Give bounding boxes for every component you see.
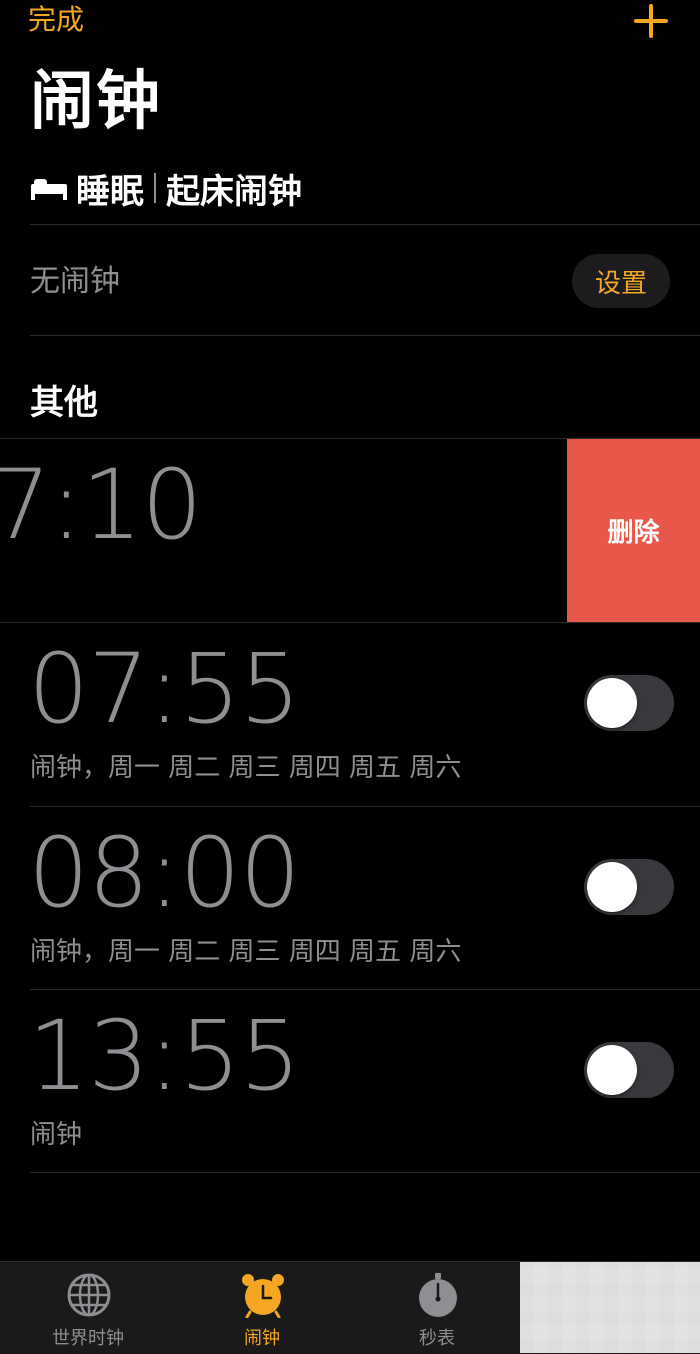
tab-label: 世界时钟 (52, 1328, 124, 1349)
alarm-row[interactable]: 13:55 闹钟 (0, 990, 700, 1173)
alarm-toggle[interactable] (584, 675, 674, 731)
tab-label: 闹钟 (244, 1328, 280, 1349)
tab-label: 秒表 (419, 1328, 455, 1349)
toggle-knob (587, 862, 637, 912)
divider (30, 335, 700, 336)
done-button[interactable]: 完成 (28, 2, 84, 38)
alarm-label: 闹钟，周一 周二 周三 周四 周五 周六 (30, 753, 462, 783)
toggle-knob (587, 1045, 637, 1095)
toggle-knob (587, 678, 637, 728)
sleep-separator (154, 173, 156, 203)
globe-icon (67, 1273, 111, 1317)
alarm-toggle[interactable] (584, 1042, 674, 1098)
alarm-time: 08:00 (28, 817, 301, 929)
wake-alarm-label: 起床闹钟 (166, 171, 302, 212)
set-sleep-button[interactable]: 设置 (572, 254, 670, 308)
no-alarm-label: 无闹钟 (30, 264, 120, 299)
tab-stopwatch[interactable]: 秒表 (367, 1262, 507, 1354)
alarm-time: 13:55 (28, 1000, 301, 1112)
divider (30, 224, 700, 225)
alarm-toggle[interactable] (584, 859, 674, 915)
alarm-time: 7:10 (0, 449, 203, 561)
alarm-time: 07:55 (28, 633, 301, 745)
stopwatch-icon (419, 1273, 457, 1317)
divider (30, 1172, 700, 1173)
alarm-row[interactable]: 07:55 闹钟，周一 周二 周三 周四 周五 周六 (0, 623, 700, 806)
section-title-other: 其他 (30, 383, 98, 423)
alarm-label: 闹钟，周一 周二 周三 周四 周五 周六 (30, 937, 462, 967)
tab-alarm[interactable]: 闹钟 (192, 1262, 332, 1354)
blurred-tab-area (520, 1262, 700, 1353)
sleep-label: 睡眠 (76, 171, 144, 212)
alarm-row[interactable]: 08:00 闹钟，周一 周二 周三 周四 周五 周六 (0, 807, 700, 990)
delete-button[interactable]: 删除 (567, 439, 700, 622)
navigation-bar: 完成 (0, 0, 700, 50)
tab-world-clock[interactable]: 世界时钟 (18, 1262, 158, 1354)
alarm-clock-icon (242, 1274, 284, 1318)
sleep-section-header: 睡眠 起床闹钟 (30, 166, 302, 212)
add-alarm-icon[interactable] (632, 2, 670, 40)
bed-icon (31, 179, 67, 200)
alarm-label: 闹钟 (30, 1120, 83, 1150)
page-title: 闹钟 (30, 65, 162, 139)
